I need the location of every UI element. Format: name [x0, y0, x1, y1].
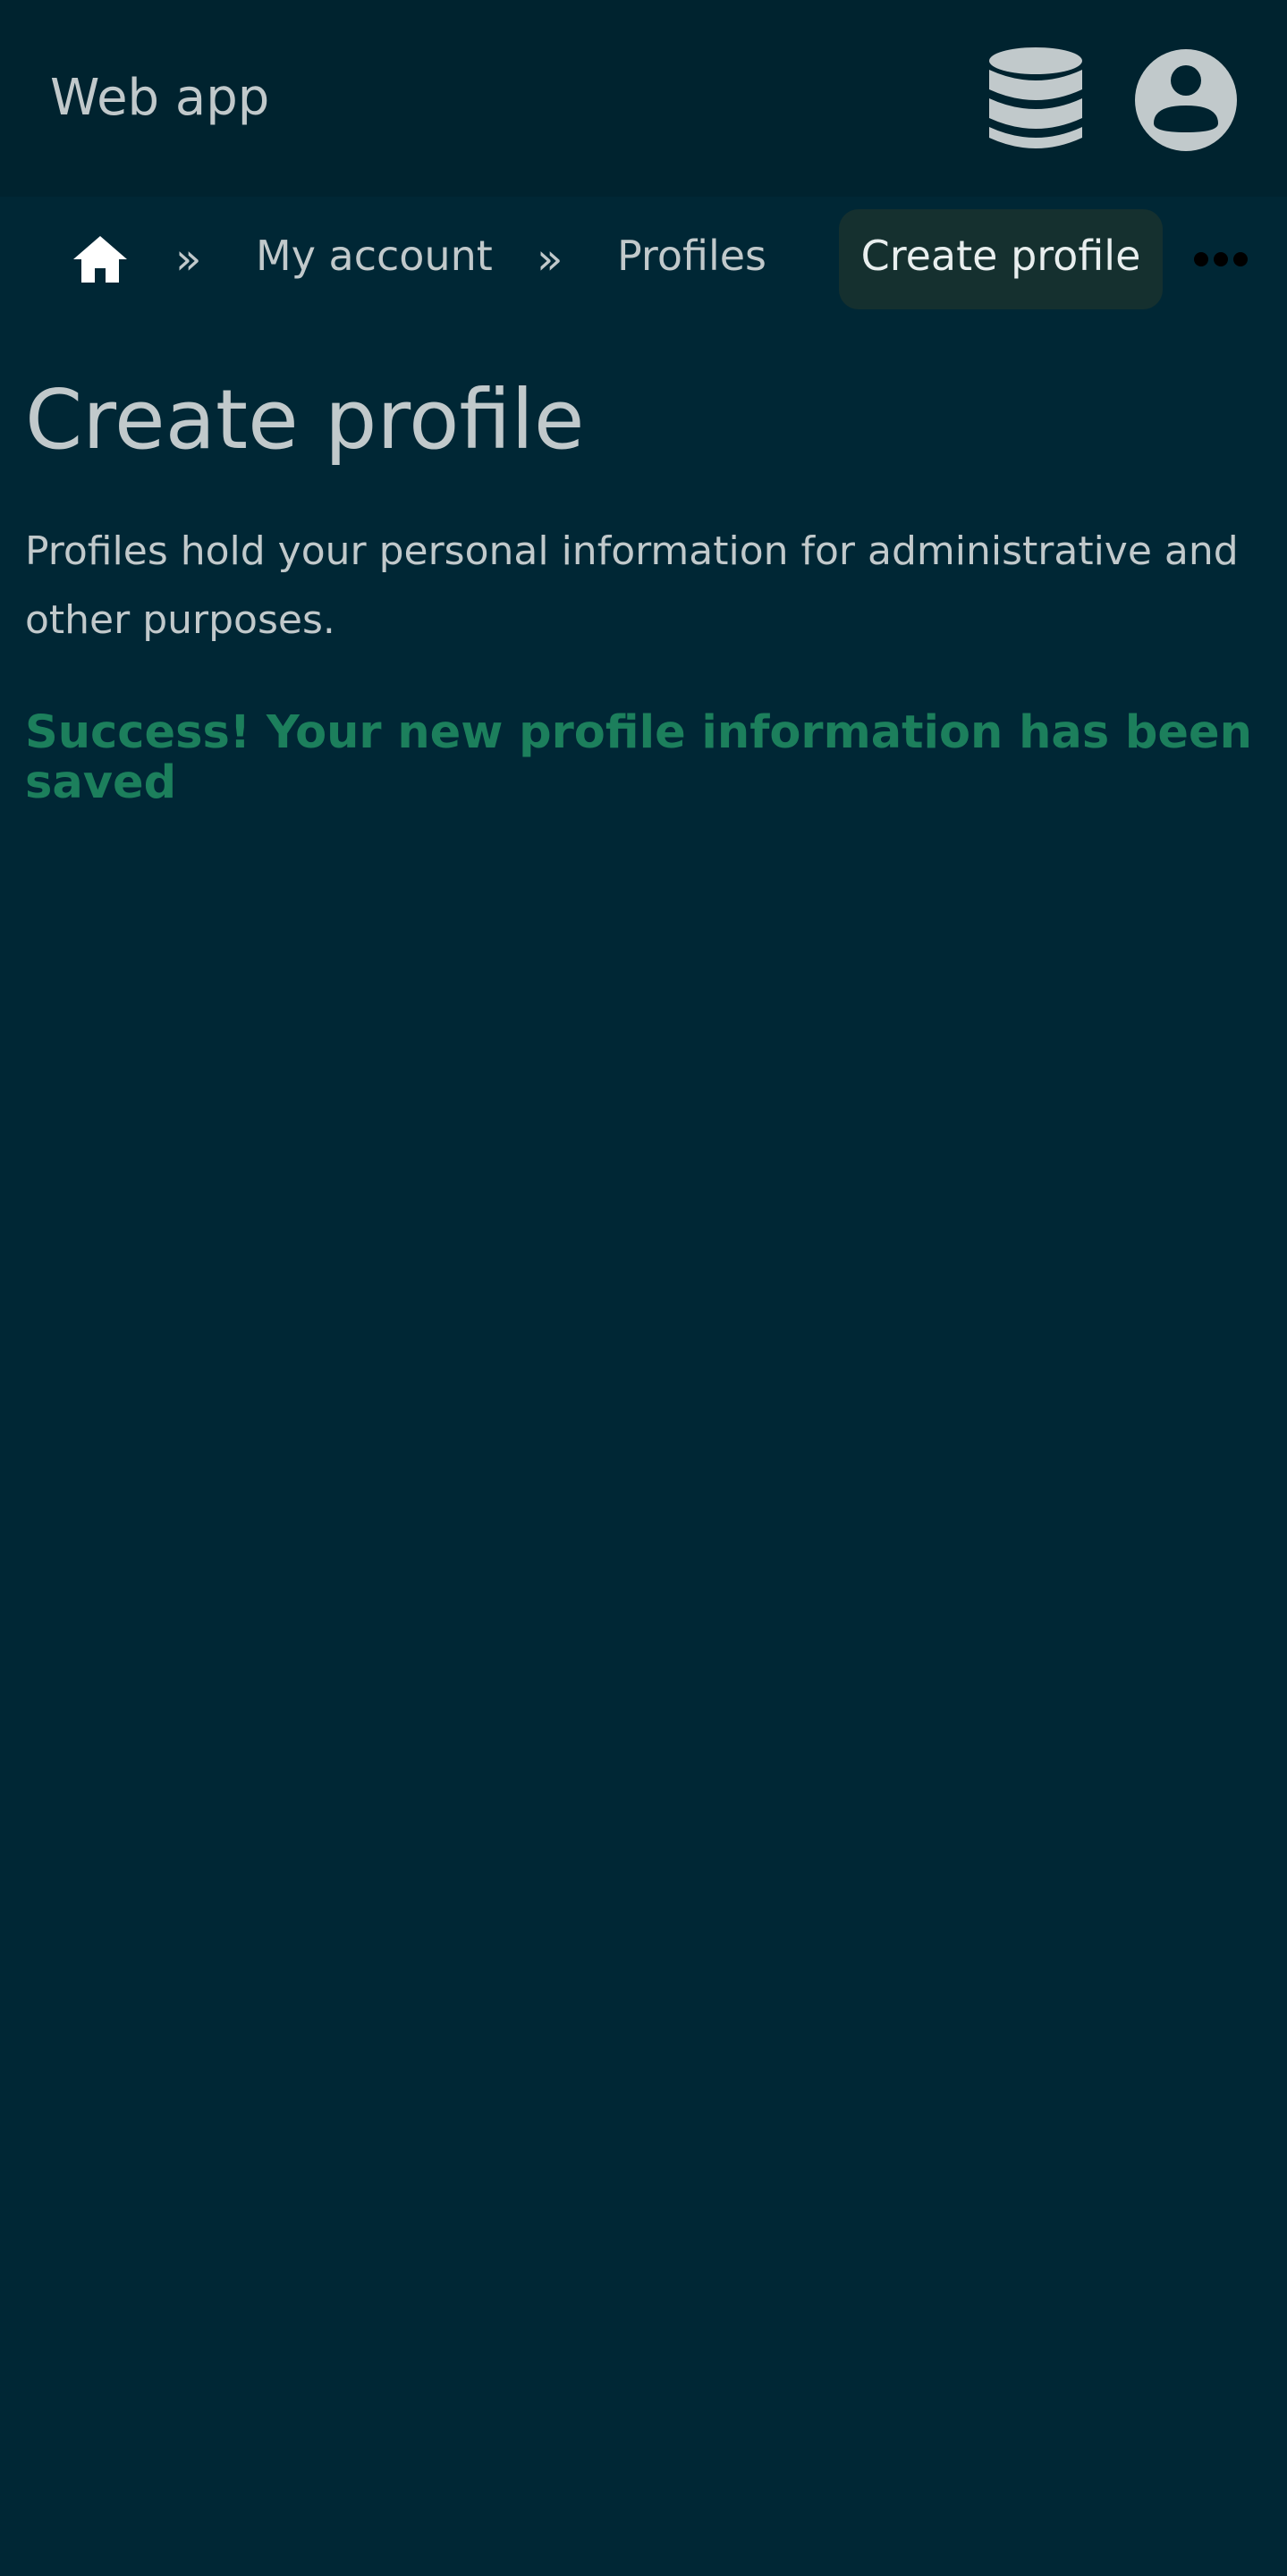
- more-horizontal-icon: [1194, 252, 1248, 266]
- account-button[interactable]: [1134, 48, 1238, 152]
- breadcrumb-my-account[interactable]: My account: [256, 229, 493, 283]
- breadcrumb-create-profile[interactable]: Create profile: [839, 209, 1163, 309]
- main-content: Create profile Profiles hold your person…: [25, 358, 1268, 808]
- home-icon: [73, 236, 127, 283]
- database-icon: [989, 47, 1082, 148]
- account-circle-icon: [1135, 49, 1237, 151]
- breadcrumb-profiles[interactable]: Profiles: [617, 229, 766, 283]
- top-bar: Web app: [0, 0, 1287, 197]
- breadcrumb: » My account » Profiles Create profile: [0, 207, 1287, 311]
- more-button[interactable]: [1193, 249, 1249, 270]
- breadcrumb-separator: »: [175, 234, 202, 284]
- success-message: Success! Your new profile information ha…: [25, 706, 1252, 809]
- app-title-link[interactable]: Web app: [50, 68, 269, 129]
- page-title: Create profile: [25, 372, 585, 468]
- page-description: Profiles hold your personal information …: [25, 528, 1239, 643]
- database-button[interactable]: [987, 46, 1084, 152]
- breadcrumb-home[interactable]: [72, 234, 129, 284]
- breadcrumb-separator: »: [537, 234, 563, 284]
